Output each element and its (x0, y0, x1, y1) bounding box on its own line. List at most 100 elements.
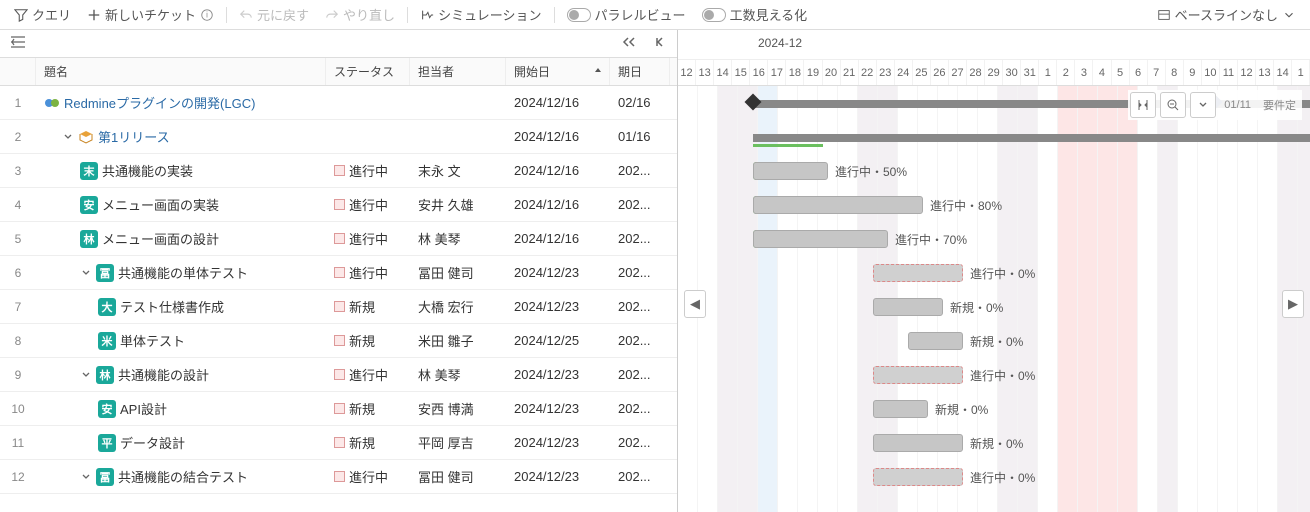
row-status: 進行中 (326, 161, 410, 180)
table-row[interactable]: 8米単体テスト新規米田 雛子2024/12/25202... (0, 324, 677, 358)
row-assignee: 平岡 厚吉 (410, 433, 506, 452)
assignee-badge: 安 (98, 400, 116, 418)
query-button[interactable]: クエリ (8, 3, 77, 26)
simulation-button[interactable]: シミュレーション (414, 3, 547, 26)
row-due: 02/16 (610, 95, 670, 110)
status-color-icon (334, 267, 345, 278)
collapse-all-button[interactable] (617, 34, 643, 53)
day-header: 27 (949, 60, 967, 85)
row-title[interactable]: 共通機能の設計 (118, 365, 209, 384)
undo-button[interactable]: 元に戻す (233, 3, 315, 26)
row-title[interactable]: 第1リリース (98, 127, 170, 146)
table-row[interactable]: 10安API設計新規安西 博満2024/12/23202... (0, 392, 677, 426)
indent-toggle-button[interactable] (6, 33, 30, 54)
table-row[interactable]: 6冨共通機能の単体テスト進行中冨田 健司2024/12/23202... (0, 256, 677, 290)
expand-toggle[interactable] (62, 132, 74, 142)
row-title[interactable]: 共通機能の実装 (102, 161, 193, 180)
row-number: 1 (0, 96, 36, 110)
col-name[interactable]: 題名 (36, 58, 326, 85)
table-row[interactable]: 9林共通機能の設計進行中林 美琴2024/12/23202... (0, 358, 677, 392)
table-row[interactable]: 2第1リリース2024/12/1601/16 (0, 120, 677, 154)
expand-toggle[interactable] (80, 268, 92, 278)
status-color-icon (334, 233, 345, 244)
row-name-cell: 安API設計 (36, 399, 326, 418)
fit-button[interactable] (1130, 92, 1156, 118)
row-number: 7 (0, 300, 36, 314)
redo-button[interactable]: やり直し (319, 3, 401, 26)
zoom-dropdown[interactable] (1190, 92, 1216, 118)
row-start: 2024/12/23 (506, 299, 610, 314)
col-number[interactable] (0, 58, 36, 85)
task-bar[interactable]: 新規・0% (873, 298, 943, 316)
gantt-row: 新規・0% (678, 324, 1310, 358)
row-title[interactable]: テスト仕様書作成 (120, 297, 224, 316)
day-header: 1 (1292, 60, 1310, 85)
row-start: 2024/12/23 (506, 265, 610, 280)
effort-label: 工数見える化 (730, 5, 808, 24)
expand-toggle[interactable] (80, 472, 92, 482)
bar-label: 新規・0% (970, 435, 1023, 453)
row-assignee: 安井 久雄 (410, 195, 506, 214)
row-title[interactable]: Redmineプラグインの開発(LGC) (64, 93, 255, 112)
row-title[interactable]: 単体テスト (120, 331, 185, 350)
assignee-badge: 冨 (96, 468, 114, 486)
table-row[interactable]: 12冨共通機能の結合テスト進行中冨田 健司2024/12/23202... (0, 460, 677, 494)
table-row[interactable]: 11平データ設計新規平岡 厚吉2024/12/23202... (0, 426, 677, 460)
new-ticket-button[interactable]: 新しいチケット i (81, 3, 220, 26)
bar-label: 進行中・0% (970, 265, 1035, 283)
task-bar[interactable]: 新規・0% (873, 400, 928, 418)
day-header: 14 (714, 60, 732, 85)
row-assignee: 安西 博満 (410, 399, 506, 418)
table-row[interactable]: 4安メニュー画面の実装進行中安井 久雄2024/12/16202... (0, 188, 677, 222)
task-bar[interactable]: 新規・0% (873, 434, 963, 452)
summary-bar[interactable] (753, 134, 1310, 142)
baseline-dropdown[interactable]: ベースラインなし (1151, 3, 1302, 26)
day-header: 4 (1093, 60, 1111, 85)
bar-label: 進行中・70% (895, 231, 967, 249)
table-row[interactable]: 1Redmineプラグインの開発(LGC)2024/12/1602/16 (0, 86, 677, 120)
parallel-toggle[interactable]: パラレルビュー (561, 3, 692, 26)
col-assignee[interactable]: 担当者 (410, 58, 506, 85)
row-title[interactable]: 共通機能の結合テスト (118, 467, 248, 486)
day-header: 13 (1256, 60, 1274, 85)
col-start[interactable]: 開始日 (506, 58, 610, 85)
task-bar[interactable]: 進行中・0% (873, 264, 963, 282)
table-pane: 題名 ステータス 担当者 開始日 期日 1 Redmineプラグインの開発(LGC… (0, 30, 678, 512)
task-bar[interactable]: 進行中・0% (873, 366, 963, 384)
gantt-body[interactable]: 進行中・50%進行中・80%進行中・70%進行中・0%新規・0%新規・0%進行中… (678, 86, 1310, 512)
scroll-left-button[interactable]: ◀ (684, 290, 706, 318)
task-bar[interactable]: 進行中・50% (753, 162, 828, 180)
bar-label: 新規・0% (950, 299, 1003, 317)
progress-line (753, 144, 823, 147)
day-header: 6 (1130, 60, 1148, 85)
row-due: 202... (610, 265, 670, 280)
main: 題名 ステータス 担当者 開始日 期日 1 Redmineプラグインの開発(LGC… (0, 30, 1310, 512)
bar-label: 進行中・80% (930, 197, 1002, 215)
col-due[interactable]: 期日 (610, 58, 670, 85)
row-title[interactable]: メニュー画面の設計 (102, 229, 219, 248)
row-title[interactable]: データ設計 (120, 433, 185, 452)
zoom-out-button[interactable] (1160, 92, 1186, 118)
row-title[interactable]: API設計 (120, 399, 167, 418)
day-header: 9 (1184, 60, 1202, 85)
task-bar[interactable]: 進行中・70% (753, 230, 888, 248)
expand-toggle[interactable] (80, 370, 92, 380)
table-row[interactable]: 5林メニュー画面の設計進行中林 美琴2024/12/16202... (0, 222, 677, 256)
effort-toggle[interactable]: 工数見える化 (696, 3, 814, 26)
gantt-controls: 01/11 要件定 (1128, 90, 1302, 120)
task-bar[interactable]: 進行中・80% (753, 196, 923, 214)
day-header: 19 (804, 60, 822, 85)
table-row[interactable]: 3末共通機能の実装進行中末永 文2024/12/16202... (0, 154, 677, 188)
table-row[interactable]: 7大テスト仕様書作成新規大橋 宏行2024/12/23202... (0, 290, 677, 324)
collapse-button[interactable] (649, 34, 671, 53)
day-header: 1 (1039, 60, 1057, 85)
project-icon (44, 95, 60, 111)
row-title[interactable]: メニュー画面の実装 (102, 195, 219, 214)
task-bar[interactable]: 新規・0% (908, 332, 963, 350)
toggle-icon (702, 8, 726, 22)
task-bar[interactable]: 進行中・0% (873, 468, 963, 486)
row-title[interactable]: 共通機能の単体テスト (118, 263, 248, 282)
scroll-right-button[interactable]: ▶ (1282, 290, 1304, 318)
col-status[interactable]: ステータス (326, 58, 410, 85)
toggle-icon (567, 8, 591, 22)
